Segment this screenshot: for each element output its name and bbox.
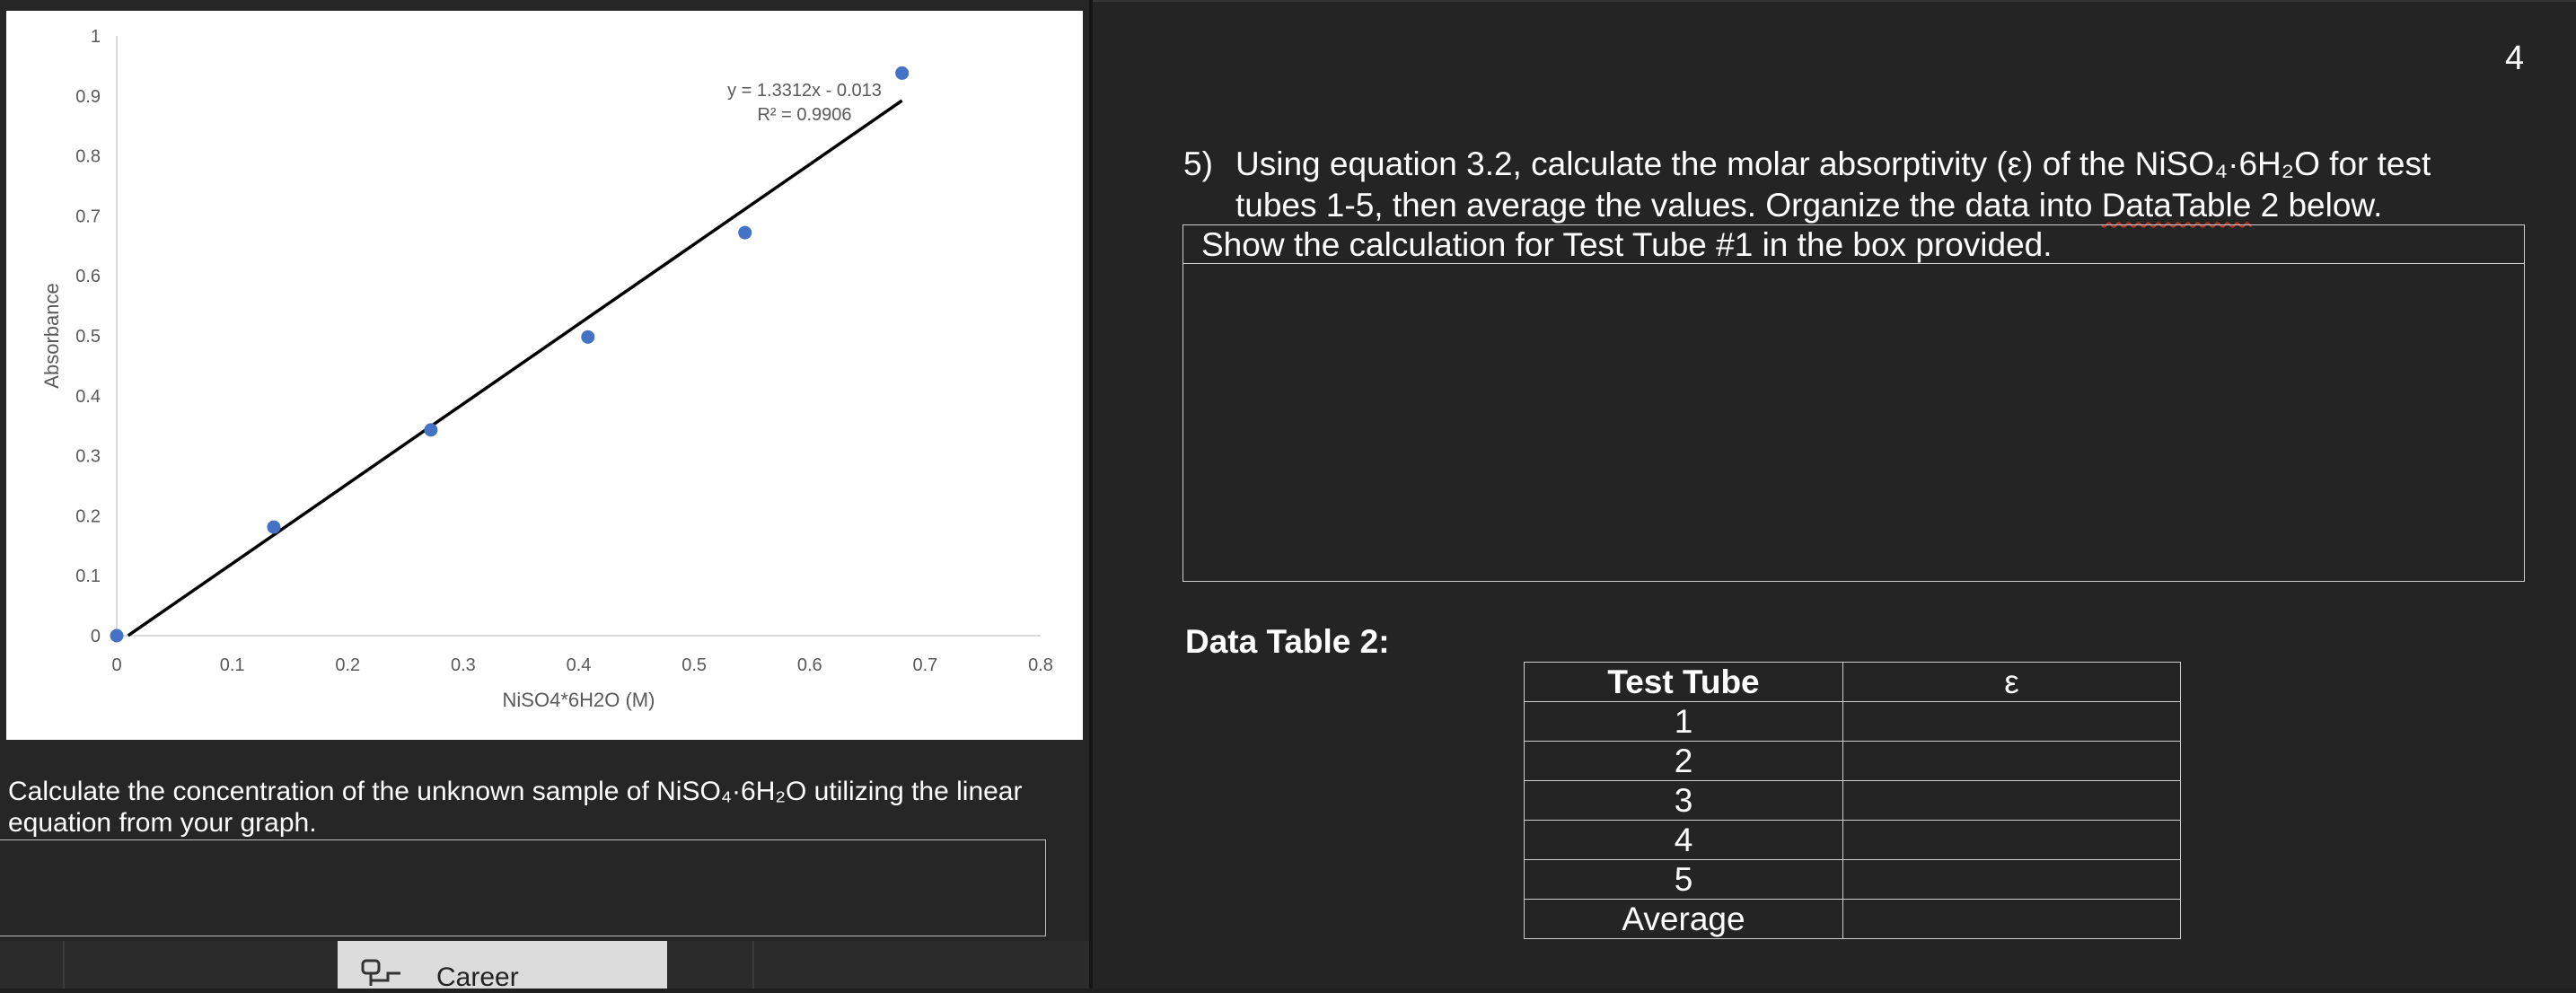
unknown-answer-box[interactable] xyxy=(0,839,1046,936)
x-tick-label: 0.3 xyxy=(451,655,476,675)
y-tick-label: 0.2 xyxy=(75,506,101,526)
taskbar-separator xyxy=(752,941,754,989)
trendline-r-squared: R² = 0.9906 xyxy=(757,105,851,125)
y-tick-label: 0.1 xyxy=(75,567,101,586)
trendline xyxy=(127,99,903,637)
x-tick-label: 0.2 xyxy=(335,655,360,675)
epsilon-cell[interactable] xyxy=(1842,780,2181,821)
x-tick-label: 0.4 xyxy=(567,655,592,675)
header-epsilon: ε xyxy=(1842,662,2181,702)
header-test-tube: Test Tube xyxy=(1524,662,1843,702)
question-5-line-2: tubes 1-5, then average the values. Orga… xyxy=(1235,185,2382,226)
row-label: Average xyxy=(1524,899,1843,939)
top-strip xyxy=(0,0,1089,11)
y-tick-label: 0.3 xyxy=(75,447,101,467)
trendline-equation: y = 1.3312x - 0.013 xyxy=(727,81,882,101)
table-row: Average xyxy=(1524,899,2181,939)
data-point xyxy=(424,423,438,437)
calculation-box-label: Show the calculation for Test Tube #1 in… xyxy=(1183,225,2524,264)
x-tick-label: 0.7 xyxy=(912,655,937,675)
data-point xyxy=(895,66,910,80)
spellcheck-underlined-word[interactable]: DataTable xyxy=(2102,187,2252,224)
epsilon-cell[interactable] xyxy=(1842,820,2181,860)
career-icon xyxy=(361,959,400,986)
data-point xyxy=(738,225,752,240)
data-table-2: Test Tube ε 1 2 3 4 5 Average xyxy=(1524,662,2181,939)
epsilon-cell[interactable] xyxy=(1842,741,2181,781)
question-5-number: 5) xyxy=(1183,145,1213,182)
row-label: 3 xyxy=(1524,780,1843,821)
table-header-row: Test Tube ε xyxy=(1524,662,2181,702)
x-axis-title: NiSO4*6H2O (M) xyxy=(503,689,655,711)
chart-svg: 0 0.1 0.2 0.3 0.4 0.5 0.6 0.7 0.8 0.9 1 0 0.1 0.2 0.3 0… xyxy=(40,27,1053,711)
page-number: 4 xyxy=(2505,40,2525,77)
table-row: 2 xyxy=(1524,741,2181,781)
y-tick-label: 0.4 xyxy=(75,387,101,407)
row-label: 1 xyxy=(1524,701,1843,742)
epsilon-cell[interactable] xyxy=(1842,701,2181,742)
y-tick-label: 1 xyxy=(91,27,101,47)
y-tick-label: 0.7 xyxy=(75,207,101,226)
data-point xyxy=(267,520,281,534)
x-tick-label: 0.6 xyxy=(797,655,822,675)
taskbar-separator xyxy=(63,941,65,989)
taskbar-career-button[interactable]: Career xyxy=(338,941,667,992)
epsilon-cell[interactable] xyxy=(1842,859,2181,900)
data-table-label: Data Table 2: xyxy=(1185,623,1390,660)
table-row: 1 xyxy=(1524,701,2181,742)
y-tick-label: 0 xyxy=(91,627,101,646)
table-row: 5 xyxy=(1524,859,2181,900)
unknown-sample-question: Calculate the concentration of the unkno… xyxy=(8,776,1077,839)
data-point xyxy=(581,330,595,344)
question-line-1: Calculate the concentration of the unkno… xyxy=(8,777,1023,806)
row-label: 4 xyxy=(1524,820,1843,860)
table-row: 3 xyxy=(1524,780,2181,821)
q5-line2-part-c: 2 below. xyxy=(2251,187,2383,224)
table-row: 4 xyxy=(1524,820,2181,860)
y-tick-label: 0.5 xyxy=(75,327,101,347)
row-label: 2 xyxy=(1524,741,1843,781)
data-point xyxy=(110,628,124,643)
x-tick-label: 0.5 xyxy=(681,655,707,675)
x-tick-label: 0.1 xyxy=(220,655,245,675)
row-label: 5 xyxy=(1524,859,1843,900)
y-tick-label: 0.6 xyxy=(75,267,101,286)
q5-line2-part-a: tubes 1-5, then average the values. Orga… xyxy=(1235,187,2102,224)
y-tick-label: 0.9 xyxy=(75,87,101,107)
question-5-line-1: Using equation 3.2, calculate the molar … xyxy=(1235,145,2431,182)
question-line-2: equation from your graph. xyxy=(8,808,317,838)
absorbance-chart: 0 0.1 0.2 0.3 0.4 0.5 0.6 0.7 0.8 0.9 1 0 0.1 0.2 0.3 0… xyxy=(6,11,1083,740)
calculation-box[interactable]: Show the calculation for Test Tube #1 in… xyxy=(1182,224,2525,582)
x-tick-label: 0 xyxy=(111,655,121,675)
x-tick-label: 0.8 xyxy=(1028,655,1053,675)
y-axis-title: Absorbance xyxy=(40,283,63,388)
y-tick-label: 0.8 xyxy=(75,147,101,167)
epsilon-cell[interactable] xyxy=(1842,899,2181,939)
